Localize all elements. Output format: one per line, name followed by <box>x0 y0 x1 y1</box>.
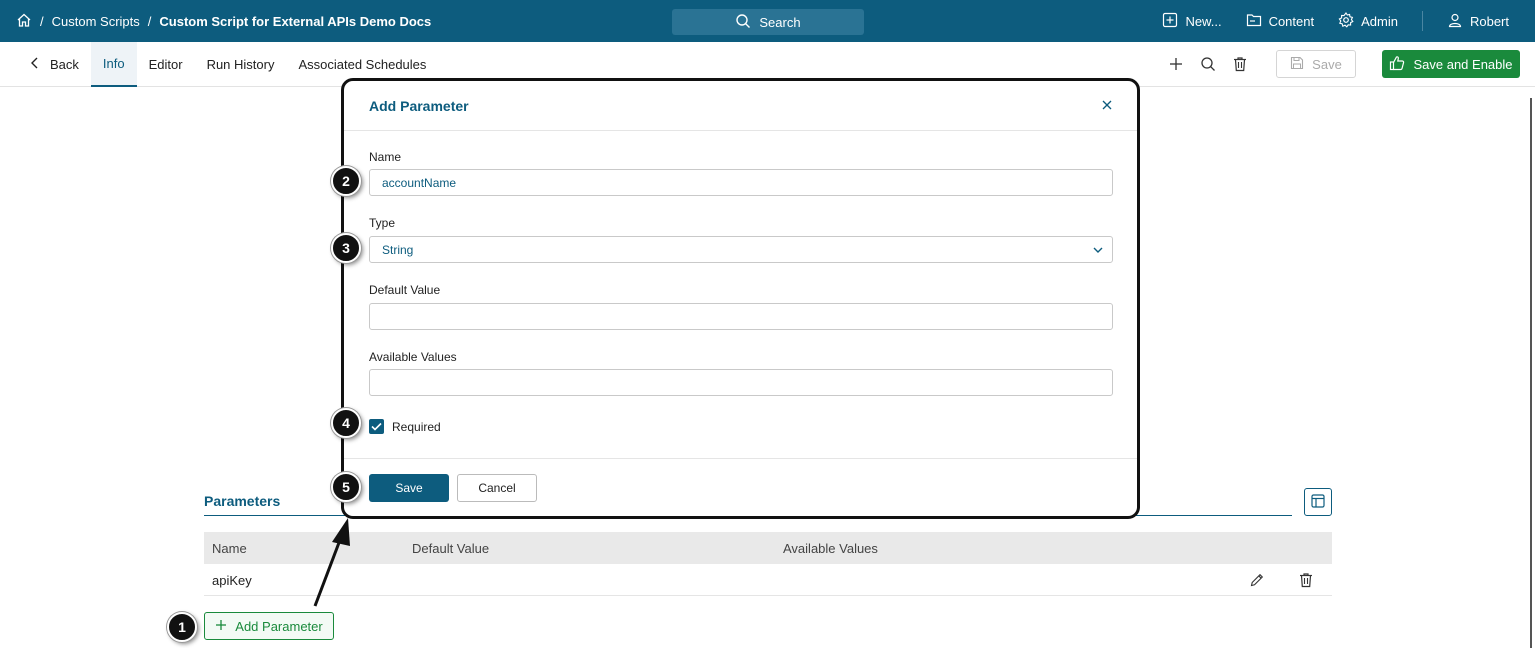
save-button[interactable]: Save <box>1276 50 1356 78</box>
thumbs-up-icon <box>1389 55 1405 74</box>
nav-admin-label: Admin <box>1361 13 1398 29</box>
column-header-available-values[interactable]: Available Values <box>783 532 878 564</box>
dialog-title: Add Parameter <box>369 98 469 114</box>
name-label: Name <box>369 150 402 164</box>
name-field[interactable]: accountName <box>369 169 1113 196</box>
tab-info[interactable]: Info <box>90 42 137 87</box>
tab-run-history[interactable]: Run History <box>195 42 287 87</box>
add-parameter-dialog: Add Parameter Name accountName Type Stri… <box>341 78 1140 519</box>
breadcrumb-separator: / <box>40 13 44 29</box>
search-label: Search <box>759 14 801 30</box>
save-and-enable-button[interactable]: Save and Enable <box>1382 50 1520 78</box>
breadcrumb-custom-scripts[interactable]: Custom Scripts <box>52 14 140 29</box>
save-label: Save <box>1312 56 1342 72</box>
parameters-table: Name Default Value Available Values apiK… <box>204 532 1332 596</box>
available-values-label: Available Values <box>369 350 457 364</box>
type-label: Type <box>369 216 396 230</box>
nav-user[interactable]: Robert <box>1447 12 1509 31</box>
step-marker-3: 3 <box>331 233 361 263</box>
check-icon <box>371 420 382 434</box>
dialog-save-button[interactable]: Save <box>369 474 449 502</box>
back-button[interactable]: Back <box>0 42 91 87</box>
layout-icon <box>1311 493 1325 511</box>
column-header-default-value[interactable]: Default Value <box>412 532 489 564</box>
nav-content[interactable]: Content <box>1246 12 1315 31</box>
scrollbar[interactable] <box>1530 98 1532 648</box>
gear-icon <box>1338 11 1354 31</box>
row-name: apiKey <box>212 572 252 588</box>
top-bar: / Custom Scripts / Custom Script for Ext… <box>0 0 1535 42</box>
step-marker-2: 2 <box>331 166 361 196</box>
table-header: Name Default Value Available Values <box>204 532 1332 564</box>
nav-admin[interactable]: Admin <box>1338 11 1398 31</box>
close-icon[interactable] <box>1099 97 1115 113</box>
nav-content-label: Content <box>1268 13 1315 29</box>
required-label: Required <box>392 419 441 434</box>
step-marker-1: 1 <box>167 612 197 642</box>
add-parameter-label: Add Parameter <box>235 618 323 634</box>
nav-new[interactable]: New... <box>1162 12 1222 31</box>
breadcrumb: / Custom Scripts / Custom Script for Ext… <box>16 0 431 42</box>
save-icon <box>1290 56 1304 73</box>
plus-square-icon <box>1162 12 1178 31</box>
breadcrumb-current: Custom Script for External APIs Demo Doc… <box>159 13 432 29</box>
dialog-footer-divider <box>344 458 1137 459</box>
available-values-field[interactable] <box>369 369 1113 396</box>
chevron-down-icon <box>1092 244 1104 258</box>
nav-user-label: Robert <box>1469 13 1509 29</box>
required-checkbox[interactable] <box>369 419 384 434</box>
parameters-heading: Parameters <box>204 493 281 509</box>
search-icon[interactable] <box>1198 54 1218 74</box>
trash-icon[interactable] <box>1230 54 1250 74</box>
breadcrumb-separator: / <box>147 13 152 29</box>
column-header-name[interactable]: Name <box>212 532 247 564</box>
chevron-left-icon <box>30 57 40 72</box>
add-parameter-button[interactable]: Add Parameter <box>204 612 334 640</box>
pencil-icon[interactable] <box>1249 564 1265 596</box>
back-label: Back <box>50 57 79 72</box>
home-icon[interactable] <box>16 12 32 31</box>
step-marker-5: 5 <box>331 472 361 502</box>
dialog-header: Add Parameter <box>344 81 1137 131</box>
top-nav: New... Content Admin Robert <box>1162 0 1509 42</box>
plus-icon[interactable] <box>1166 54 1186 74</box>
table-layout-button[interactable] <box>1304 488 1332 516</box>
default-value-label: Default Value <box>369 283 441 297</box>
plus-icon <box>215 619 227 634</box>
trash-icon[interactable] <box>1298 564 1314 596</box>
step-marker-4: 4 <box>331 408 361 438</box>
user-icon <box>1447 12 1463 31</box>
toolbar-actions: Save Save and Enable <box>1166 50 1520 78</box>
table-row: apiKey <box>204 564 1332 596</box>
type-value: String <box>382 242 414 257</box>
search-icon <box>735 13 751 32</box>
global-search[interactable]: Search <box>672 9 864 35</box>
tab-editor[interactable]: Editor <box>137 42 195 87</box>
folder-icon <box>1246 12 1262 31</box>
nav-new-label: New... <box>1185 13 1222 29</box>
type-select[interactable]: String <box>369 236 1113 263</box>
save-and-enable-label: Save and Enable <box>1413 56 1513 72</box>
required-checkbox-row[interactable]: Required <box>369 419 441 434</box>
dialog-cancel-button[interactable]: Cancel <box>457 474 537 502</box>
nav-divider <box>1421 11 1423 31</box>
default-value-field[interactable] <box>369 303 1113 330</box>
